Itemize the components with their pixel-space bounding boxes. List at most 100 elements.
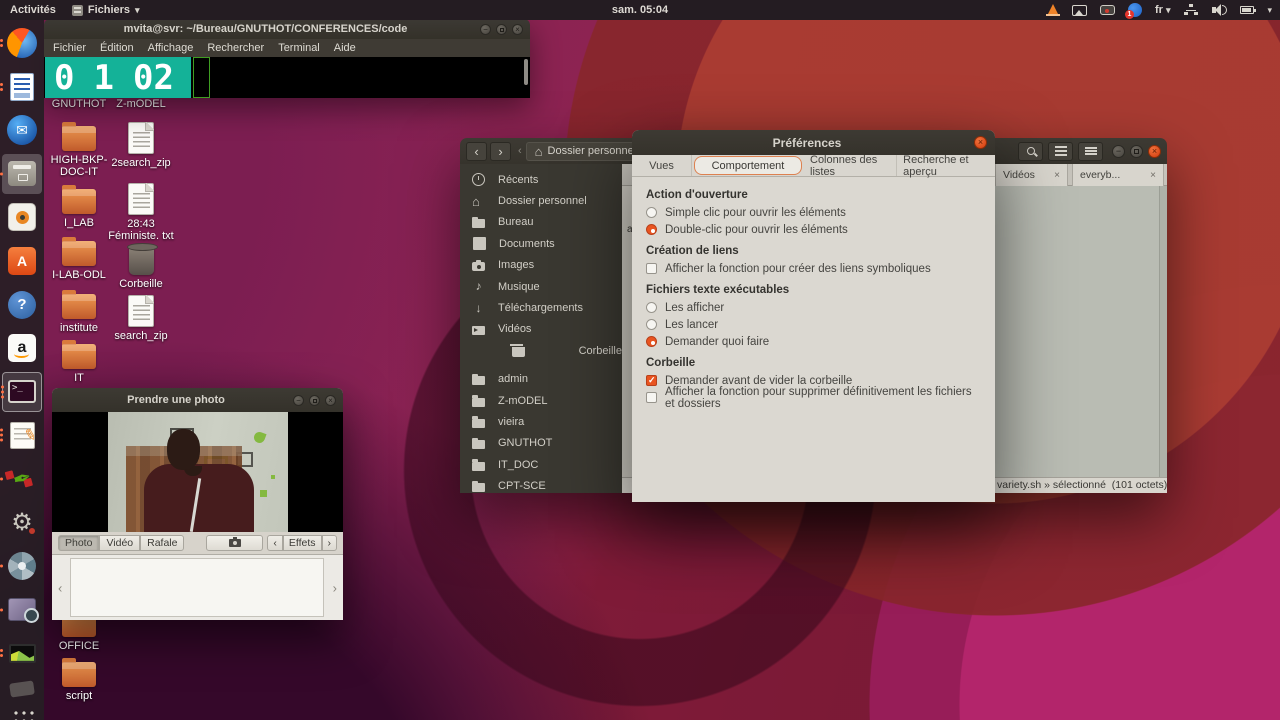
- sidebar-item-gnuthot[interactable]: GNUTHOT: [460, 433, 622, 454]
- tab-videos[interactable]: Vidéos ×: [995, 164, 1068, 186]
- battery-icon[interactable]: [1240, 6, 1254, 14]
- launcher-files[interactable]: [2, 154, 42, 194]
- sidebar-item-home[interactable]: ⌂Dossier personnel: [460, 190, 622, 211]
- capture-photo-button[interactable]: [206, 535, 263, 551]
- launcher-terminal[interactable]: >_: [2, 372, 42, 412]
- desktop-icon-2search-zip[interactable]: 2search_zip: [108, 122, 174, 169]
- terminal-content[interactable]: 0 1 02: [44, 57, 530, 98]
- effects-prev-button[interactable]: ‹: [267, 535, 283, 551]
- launcher-variety[interactable]: [2, 633, 42, 673]
- effects-button[interactable]: Effets: [283, 535, 322, 551]
- sidebar-item-vieira[interactable]: vieira: [460, 411, 622, 432]
- tab-recherche-apercu[interactable]: Recherche et aperçu: [897, 155, 995, 176]
- option-les-lancer[interactable]: Les lancer: [646, 316, 981, 333]
- option-double-clic[interactable]: Double-clic pour ouvrir les éléments: [646, 221, 981, 238]
- launcher-system-tools[interactable]: ⚙: [2, 503, 42, 543]
- tab-everyb[interactable]: everyb... ×: [1072, 164, 1164, 186]
- tab-close-icon[interactable]: ×: [1150, 170, 1156, 181]
- close-button[interactable]: ×: [512, 24, 523, 35]
- launcher-firefox[interactable]: [2, 23, 42, 63]
- vlc-tray-icon[interactable]: [1047, 4, 1059, 16]
- effects-next-button[interactable]: ›: [322, 535, 338, 551]
- launcher-help[interactable]: ?: [2, 285, 42, 325]
- radio-unchecked[interactable]: [646, 319, 657, 330]
- close-button[interactable]: ×: [325, 395, 336, 406]
- mode-photo-button[interactable]: Photo: [58, 535, 99, 551]
- tab-colonnes-des-listes[interactable]: Colonnes des listes: [804, 155, 897, 176]
- strip-scroll-right[interactable]: ›: [333, 580, 337, 595]
- tab-close-icon[interactable]: ×: [1054, 170, 1060, 181]
- menu-edition[interactable]: Édition: [100, 42, 134, 54]
- cheese-titlebar[interactable]: Prendre une photo − ×: [52, 388, 343, 412]
- maximize-button[interactable]: [1130, 145, 1143, 158]
- search-button[interactable]: [1018, 142, 1043, 161]
- sidebar-item-cpt-sce[interactable]: CPT-SCE: [460, 475, 622, 496]
- maximize-button[interactable]: [309, 395, 320, 406]
- sidebar-item-it-doc[interactable]: IT_DOC: [460, 454, 622, 475]
- keyboard-layout-indicator[interactable]: fr ▾: [1155, 4, 1170, 16]
- sidebar-item-bureau[interactable]: Bureau: [460, 212, 622, 233]
- radio-checked[interactable]: [646, 224, 657, 235]
- close-button[interactable]: ×: [1148, 145, 1161, 158]
- desktop-icon-i-lab[interactable]: I_LAB: [46, 189, 112, 229]
- sidebar-item-musique[interactable]: ♪Musique: [460, 276, 622, 297]
- back-button[interactable]: ‹: [466, 142, 487, 161]
- menu-fichier[interactable]: Fichier: [53, 42, 86, 54]
- sidebar-item-images[interactable]: Images: [460, 255, 622, 276]
- preferences-titlebar[interactable]: Préférences ×: [632, 130, 995, 155]
- sidebar-item-zmodel[interactable]: Z-mODEL: [460, 390, 622, 411]
- network-icon[interactable]: [1183, 4, 1199, 16]
- show-applications-button[interactable]: [2, 705, 42, 720]
- launcher-libreoffice-writer[interactable]: [2, 67, 42, 107]
- launcher-notes[interactable]: ✎: [2, 415, 42, 455]
- launcher-recorder[interactable]: [2, 677, 42, 701]
- launcher-shutter[interactable]: [2, 546, 42, 586]
- minimize-button[interactable]: −: [1112, 145, 1125, 158]
- radio-checked[interactable]: [646, 336, 657, 347]
- sidebar-item-telechargements[interactable]: ↓Téléchargements: [460, 297, 622, 318]
- desktop-icon-institute[interactable]: institute: [46, 294, 112, 334]
- desktop-icon-corbeille[interactable]: Corbeille: [108, 246, 174, 290]
- app-menu[interactable]: Fichiers ▾: [72, 4, 140, 16]
- menu-aide[interactable]: Aide: [334, 42, 356, 54]
- recorder-tray-icon[interactable]: [1100, 5, 1115, 15]
- forward-button[interactable]: ›: [490, 142, 511, 161]
- tab-vues[interactable]: Vues: [632, 155, 692, 176]
- mode-video-button[interactable]: Vidéo: [99, 535, 140, 551]
- desktop-icon-search-zip[interactable]: search_zip: [108, 295, 174, 342]
- launcher-ubuntu-software[interactable]: A: [2, 241, 42, 281]
- terminal-scrollbar[interactable]: [524, 59, 528, 85]
- sidebar-item-documents[interactable]: Documents: [460, 233, 622, 254]
- checkbox-unchecked[interactable]: [646, 392, 657, 403]
- desktop-icon-high-bkp-doc-it[interactable]: HIGH-BKP-DOC-IT: [46, 126, 112, 178]
- tab-comportement[interactable]: Comportement: [694, 156, 802, 175]
- checkbox-unchecked[interactable]: [646, 263, 657, 274]
- desktop-icon-feministe-txt[interactable]: 28:43 Féministe. txt: [108, 183, 174, 242]
- option-les-afficher[interactable]: Les afficher: [646, 299, 981, 316]
- breadcrumb[interactable]: ⌂ Dossier personnel: [526, 142, 646, 161]
- vertical-scrollbar[interactable]: [1159, 186, 1167, 477]
- option-demander-quoi-faire[interactable]: Demander quoi faire: [646, 333, 981, 350]
- volume-icon[interactable]: [1212, 4, 1227, 16]
- menu-rechercher[interactable]: Rechercher: [207, 42, 264, 54]
- option-simple-clic[interactable]: Simple clic pour ouvrir les éléments: [646, 204, 981, 221]
- option-supprimer-definitivement[interactable]: Afficher la fonction pour supprimer défi…: [646, 389, 981, 406]
- history-chevron-icon[interactable]: ‹: [518, 145, 522, 157]
- sidebar-item-admin[interactable]: admin: [460, 369, 622, 390]
- launcher-amazon[interactable]: a: [2, 328, 42, 368]
- notification-tray-icon[interactable]: 1: [1128, 3, 1142, 17]
- strip-scroll-left[interactable]: ‹: [58, 580, 62, 595]
- option-liens-symboliques[interactable]: Afficher la fonction pour créer des lien…: [646, 260, 981, 277]
- menu-affichage[interactable]: Affichage: [148, 42, 194, 54]
- launcher-rhythmbox[interactable]: [2, 197, 42, 237]
- sidebar-item-recents[interactable]: Récents: [460, 169, 622, 190]
- system-menu-chevron-icon[interactable]: ▾: [1267, 5, 1272, 16]
- minimize-button[interactable]: −: [293, 395, 304, 406]
- view-toggle-button[interactable]: [1048, 142, 1073, 161]
- minimize-button[interactable]: −: [480, 24, 491, 35]
- desktop-icon-i-lab-odl[interactable]: I-LAB-ODL: [46, 241, 112, 281]
- desktop-icon-script[interactable]: script: [46, 662, 112, 702]
- maximize-button[interactable]: [496, 24, 507, 35]
- menu-terminal[interactable]: Terminal: [278, 42, 320, 54]
- picture-tray-icon[interactable]: [1072, 5, 1087, 16]
